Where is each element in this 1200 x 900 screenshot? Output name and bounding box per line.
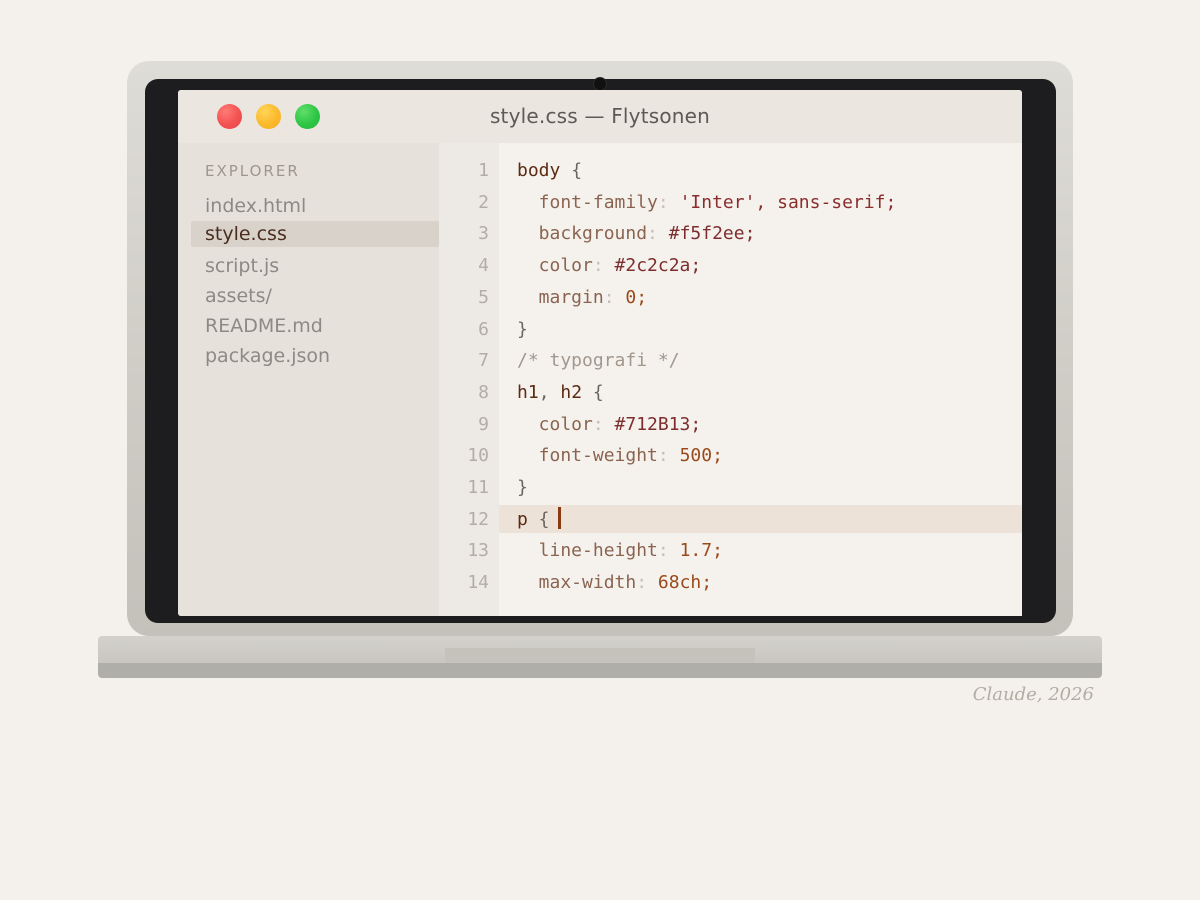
line-number: 9 — [478, 413, 489, 435]
code-token: { — [560, 160, 583, 181]
code-token: : — [592, 255, 604, 277]
code-token: } — [517, 318, 528, 340]
code-token: color — [517, 413, 593, 435]
current-line-highlight — [499, 505, 1022, 533]
code-token: background — [517, 223, 648, 245]
code-token: margin — [517, 286, 604, 308]
line-number: 8 — [478, 381, 489, 403]
line-number: 6 — [478, 318, 489, 340]
code-line[interactable]: } — [517, 319, 528, 340]
code-token: #2c2c2a; — [603, 255, 702, 277]
code-token: body — [517, 160, 561, 181]
code-token: 500; — [668, 445, 723, 467]
line-number: 10 — [467, 445, 489, 467]
code-token: max-width — [517, 572, 637, 594]
code-token: 0; — [614, 286, 648, 308]
line-number: 14 — [467, 572, 489, 594]
code-token: line-height — [517, 540, 658, 562]
code-token: #f5f2ee; — [657, 223, 756, 245]
code-line[interactable]: margin: 0; — [517, 287, 647, 308]
code-token: : — [647, 223, 658, 245]
code-line[interactable]: body { — [517, 160, 582, 181]
code-line[interactable]: line-height: 1.7; — [517, 540, 723, 561]
line-number: 1 — [478, 160, 489, 181]
signature: Claude, 2026 — [972, 684, 1094, 705]
line-number: 12 — [467, 508, 489, 530]
code-line[interactable]: max-width: 68ch; — [517, 572, 712, 593]
code-token: font-family — [517, 191, 658, 213]
laptop-base-edge — [98, 663, 1102, 678]
code-token: color — [517, 255, 593, 277]
code-line[interactable]: background: #f5f2ee; — [517, 223, 756, 245]
code-token: : — [657, 445, 669, 467]
code-line[interactable]: h1, h2 { — [517, 382, 604, 403]
webcam-icon — [594, 78, 606, 90]
line-number: 7 — [478, 350, 489, 372]
line-number: 5 — [478, 286, 489, 308]
code-line[interactable]: p { — [517, 509, 550, 530]
code-line[interactable]: /* typografi */ — [517, 350, 680, 371]
code-line[interactable]: } — [517, 477, 528, 498]
code-token: : — [636, 572, 648, 594]
code-token: : — [657, 540, 669, 562]
code-token: , — [538, 381, 561, 403]
code-token: : — [592, 413, 604, 435]
code-line[interactable]: font-family: 'Inter', sans-serif; — [517, 191, 897, 213]
code-token: } — [517, 477, 528, 498]
code-token: 'Inter', sans-serif; — [668, 191, 897, 213]
code-token: #712B13; — [603, 413, 702, 435]
code-token: 1.7; — [668, 540, 723, 562]
line-number: 4 — [478, 255, 489, 277]
code-token: h1 — [517, 381, 539, 403]
code-token: /* typografi */ — [517, 350, 680, 372]
code-token: p — [517, 508, 528, 530]
code-editor[interactable]: 1 body {2 font-family: 'Inter', sans-seri… — [178, 90, 1022, 616]
text-cursor — [558, 507, 561, 529]
code-token: : — [657, 191, 669, 213]
code-token: h2 — [560, 381, 583, 403]
line-number: 13 — [467, 540, 489, 562]
code-token: { — [527, 508, 550, 530]
line-number: 3 — [478, 223, 489, 245]
code-token: 68ch; — [647, 572, 713, 594]
code-token: { — [582, 381, 604, 403]
code-line[interactable]: font-weight: 500; — [517, 445, 723, 466]
code-line[interactable]: color: #2c2c2a; — [517, 255, 702, 277]
code-token: font-weight — [517, 445, 658, 467]
code-token: : — [603, 286, 615, 308]
line-number: 2 — [478, 191, 489, 213]
code-line[interactable]: color: #712B13; — [517, 413, 702, 435]
line-number: 11 — [467, 477, 489, 498]
